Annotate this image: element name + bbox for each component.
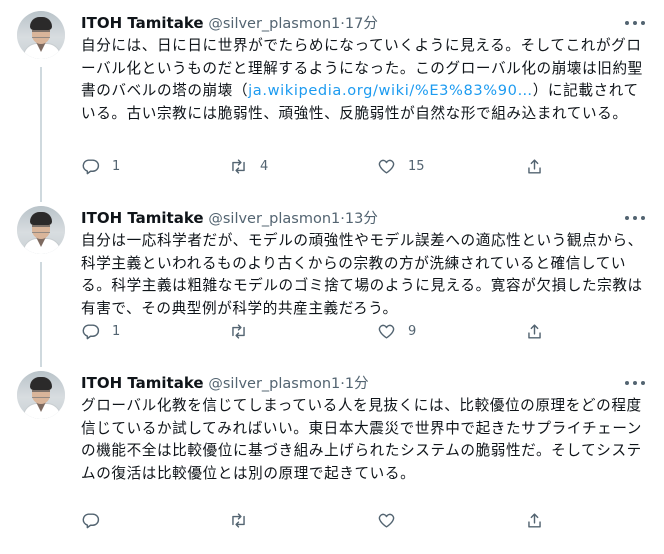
author-handle[interactable]: @silver_plasmon1	[208, 211, 340, 227]
tweet-time[interactable]: 1分	[345, 376, 369, 392]
like-button[interactable]: 9	[377, 319, 416, 343]
like-count: 15	[408, 158, 425, 174]
retweet-icon	[232, 323, 245, 339]
tweet-text: グローバル化教を信じてしまっている人を見抜くには、比較優位の原理をどの程度信じて…	[81, 397, 643, 482]
avatar[interactable]	[17, 371, 65, 419]
tweet-link[interactable]: ja.wikipedia.org/wiki/%E3%83%90…	[248, 82, 533, 99]
tweet-actions: 1 9	[81, 319, 561, 343]
avatar[interactable]	[17, 11, 65, 59]
retweet-icon	[232, 512, 245, 528]
more-icon[interactable]	[624, 208, 646, 228]
tweet[interactable]: ITOH Tamitake @silver_plasmon1·17分 自分には、…	[0, 0, 664, 195]
avatar[interactable]	[17, 206, 65, 254]
retweet-button[interactable]: 4	[229, 154, 268, 178]
tweet-actions	[81, 508, 561, 532]
share-icon	[528, 158, 541, 174]
tweet-actions: 1 4 15	[81, 154, 561, 178]
reply-count: 1	[112, 158, 121, 174]
tweet-content: ITOH Tamitake @silver_plasmon1·1分 グローバル化…	[81, 371, 650, 485]
share-button[interactable]	[525, 319, 544, 343]
reply-button[interactable]: 1	[81, 154, 120, 178]
heart-icon	[378, 324, 395, 339]
author-name[interactable]: ITOH Tamitake	[81, 14, 204, 32]
author-name[interactable]: ITOH Tamitake	[81, 209, 204, 227]
author-name[interactable]: ITOH Tamitake	[81, 374, 204, 392]
tweet[interactable]: ITOH Tamitake @silver_plasmon1·1分 グローバル化…	[0, 360, 664, 554]
tweet-time[interactable]: 17分	[345, 16, 378, 32]
tweet-content: ITOH Tamitake @silver_plasmon1·17分 自分には、…	[81, 11, 650, 125]
tweet[interactable]: ITOH Tamitake @silver_plasmon1·13分 自分は一応…	[0, 195, 664, 360]
reply-count: 1	[112, 323, 121, 339]
tweet-time[interactable]: 13分	[345, 211, 378, 227]
reply-icon	[82, 323, 100, 339]
tweet-text: 自分には、日に日に世界がでたらめになっていくように見える。そしてこれがグローバル…	[81, 35, 650, 125]
like-button[interactable]: 15	[377, 154, 425, 178]
retweet-button[interactable]	[229, 508, 260, 532]
tweet-header: ITOH Tamitake @silver_plasmon1·13分	[81, 206, 650, 230]
like-button[interactable]	[377, 508, 408, 532]
tweet-header: ITOH Tamitake @silver_plasmon1·1分	[81, 371, 650, 395]
share-icon	[528, 323, 541, 339]
share-button[interactable]	[525, 154, 544, 178]
more-icon[interactable]	[624, 13, 646, 33]
share-icon	[528, 512, 541, 528]
tweet-content: ITOH Tamitake @silver_plasmon1·13分 自分は一応…	[81, 206, 650, 320]
author-handle[interactable]: @silver_plasmon1	[208, 376, 340, 392]
like-count: 9	[408, 323, 417, 339]
retweet-icon	[232, 158, 245, 174]
reply-button[interactable]	[81, 508, 112, 532]
heart-icon	[378, 159, 395, 174]
reply-icon	[82, 158, 100, 174]
retweet-button[interactable]	[229, 319, 260, 343]
heart-icon	[378, 513, 395, 528]
more-icon[interactable]	[624, 373, 646, 393]
tweet-thread: ITOH Tamitake @silver_plasmon1·17分 自分には、…	[0, 0, 664, 554]
share-button[interactable]	[525, 508, 544, 532]
tweet-header: ITOH Tamitake @silver_plasmon1·17分	[81, 11, 650, 35]
author-handle[interactable]: @silver_plasmon1	[208, 16, 340, 32]
tweet-text: 自分は一応科学者だが、モデルの頑強性やモデル誤差への適応性という観点から、科学主…	[81, 232, 643, 317]
reply-icon	[82, 512, 100, 528]
reply-button[interactable]: 1	[81, 319, 120, 343]
retweet-count: 4	[260, 158, 269, 174]
